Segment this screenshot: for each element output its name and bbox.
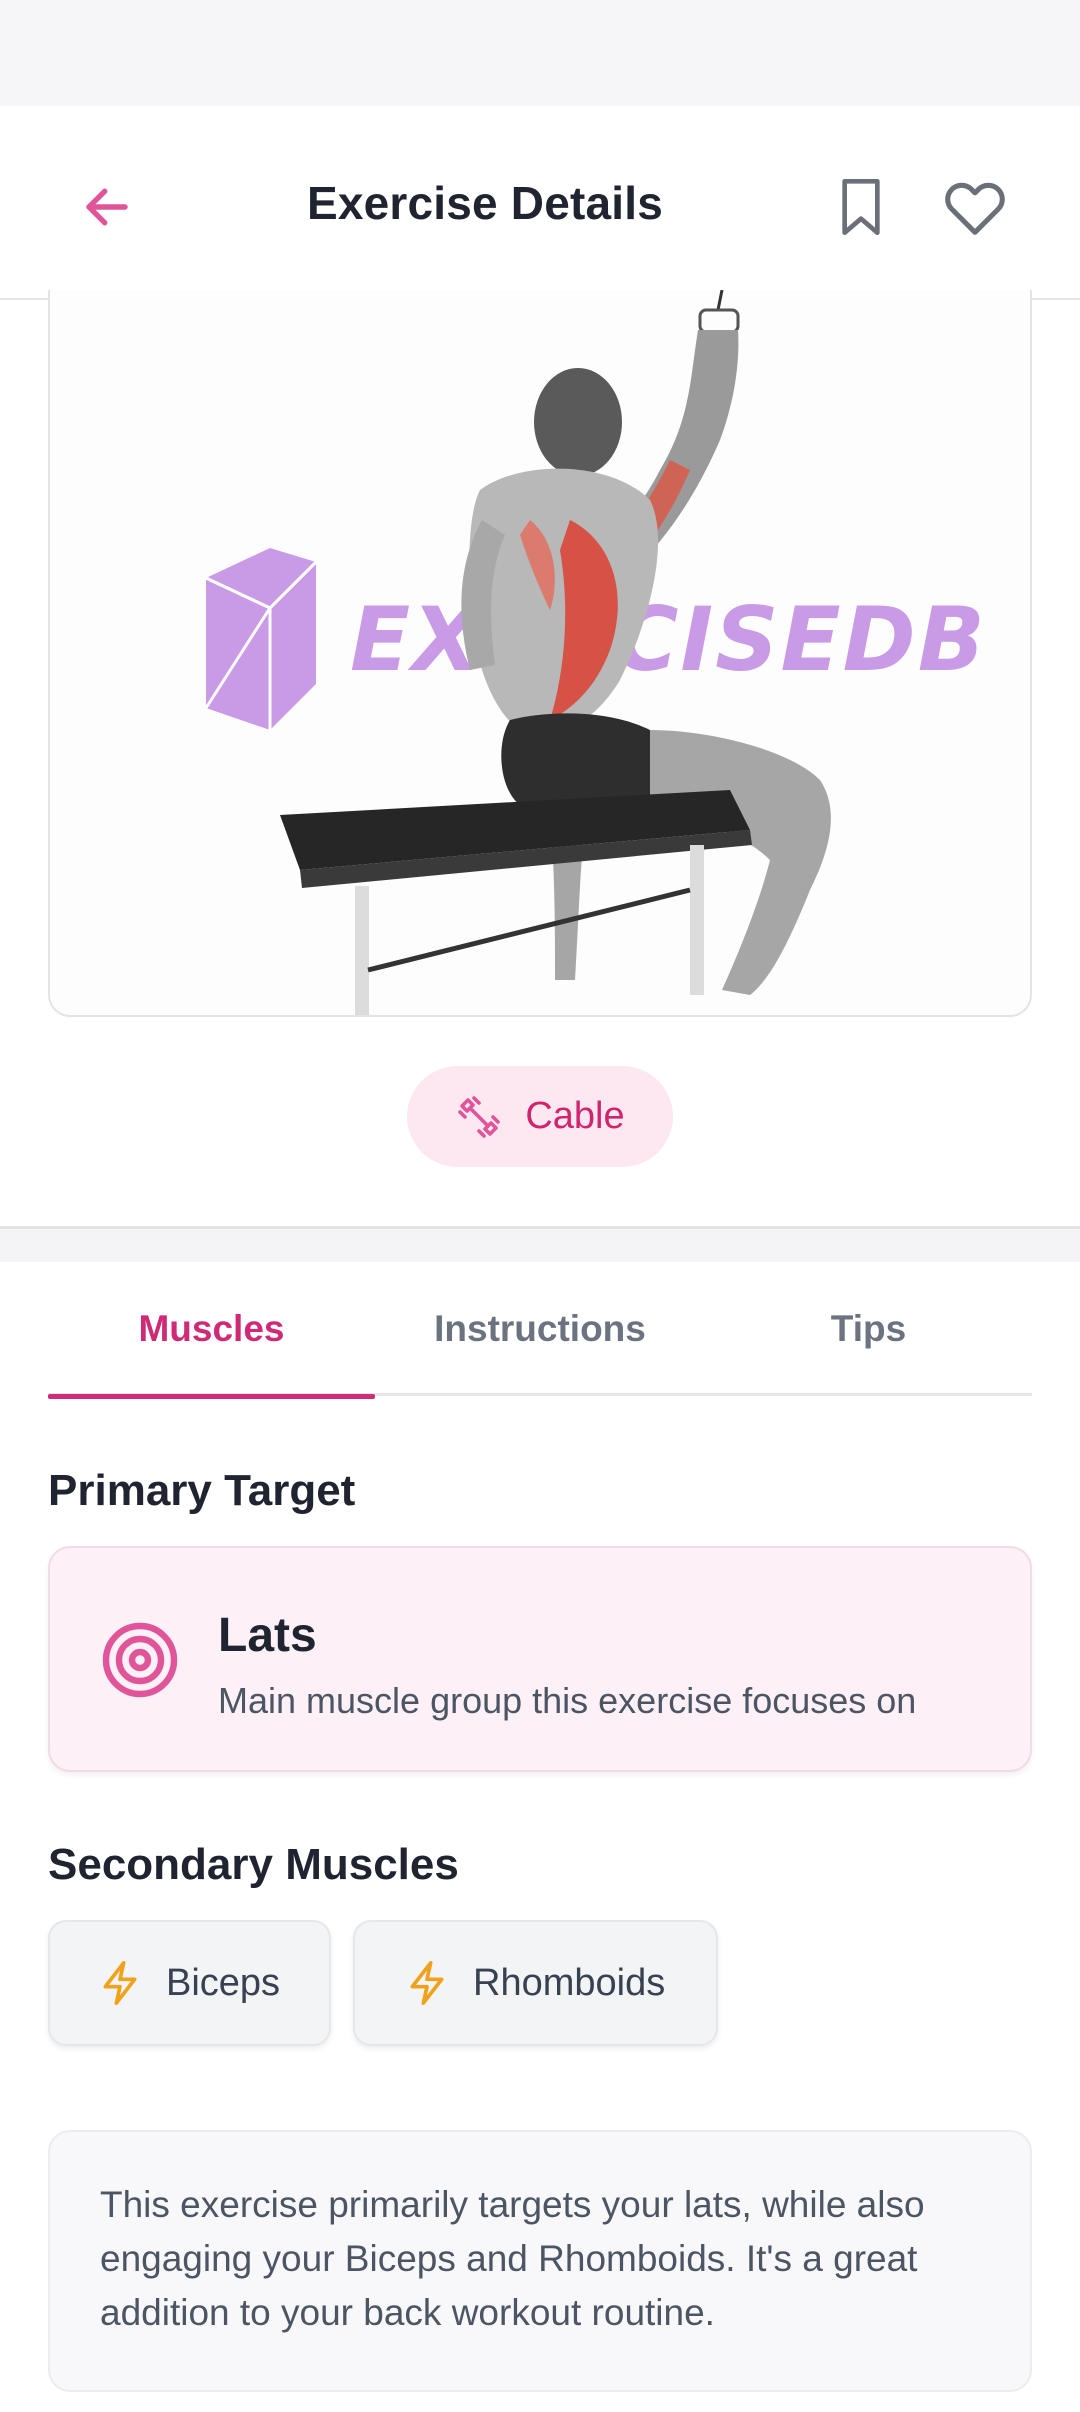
secondary-muscle-chip[interactable]: Rhomboids [353,1920,718,2046]
section-divider [0,1226,1080,1262]
secondary-muscles-heading: Secondary Muscles [48,1840,459,1889]
primary-muscle-name: Lats [218,1609,317,1662]
page-title: Exercise Details [306,177,664,229]
lightning-icon [410,1961,444,2005]
secondary-muscle-label: Biceps [166,1961,281,2004]
exercise-illustration [280,290,831,1015]
secondary-muscle-label: Rhomboids [473,1961,666,2004]
secondary-muscle-chip[interactable]: Biceps [48,1920,331,2046]
exercise-image: EXERCISEDB [48,290,1032,1017]
primary-target-heading: Primary Target [48,1466,356,1515]
tab-instructions[interactable]: Instructions [375,1262,705,1396]
status-bar [0,0,1080,106]
bookmark-icon [842,178,880,235]
app-bar: Exercise Details [0,106,1080,300]
equipment-label: Cable [525,1095,625,1137]
bookmark-button[interactable] [826,172,896,242]
primary-muscle-description: Main muscle group this exercise focuses … [218,1680,917,1721]
summary-text: This exercise primarily targets your lat… [100,2184,925,2333]
tab-tips[interactable]: Tips [705,1262,1032,1396]
heart-icon [945,182,1005,235]
equipment-badge[interactable]: Cable [407,1066,673,1167]
favorite-button[interactable] [938,172,1012,242]
summary-card: This exercise primarily targets your lat… [48,2130,1032,2392]
target-icon [102,1622,178,1698]
primary-target-card: Lats Main muscle group this exercise foc… [48,1546,1032,1772]
dumbbell-icon [458,1095,501,1138]
tab-muscles[interactable]: Muscles [48,1262,375,1399]
lightning-icon [103,1961,137,2005]
tab-bar: Muscles Instructions Tips [48,1262,1032,1399]
